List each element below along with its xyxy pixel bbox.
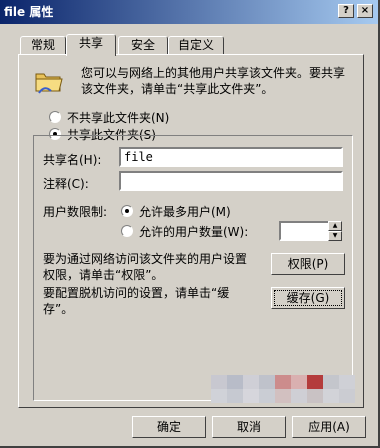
comment-input[interactable] [119,171,343,191]
tab-security[interactable]: 安全 [118,36,168,55]
help-button[interactable]: ? [338,4,354,18]
caching-description: 要配置脱机访问的设置，请单击“缓 存”。 [43,286,230,316]
close-button[interactable]: × [357,4,373,18]
permissions-button[interactable]: 权限(P) [271,253,345,275]
max-users-radio[interactable] [121,205,133,217]
share-description: 您可以与网络上的其他用户共享该文件夹。要共享 该文件夹，请单击“共享此文件夹”。 [81,66,346,96]
title-bar[interactable]: file 属性 ? × [0,0,378,24]
tab-general[interactable]: 常规 [20,36,66,55]
window-title: file 属性 [4,5,54,19]
blurred-region [211,371,363,407]
properties-window: file 属性 ? × 常规 共享 安全 自定义 您可以与网络上的其他用户共享该… [0,0,380,448]
spin-down-icon[interactable]: ▼ [328,231,342,241]
no-share-label[interactable]: 不共享此文件夹(N) [67,109,169,126]
user-limit-label: 用户数限制: [43,205,108,219]
apply-button[interactable]: 应用(A) [292,416,366,438]
sharing-panel: 您可以与网络上的其他用户共享该文件夹。要共享 该文件夹，请单击“共享此文件夹”。… [18,54,364,408]
caching-button[interactable]: 缓存(G) [271,287,345,309]
allowed-users-label[interactable]: 允许的用户数量(W): [139,223,248,240]
allowed-users-input[interactable] [279,221,331,241]
ok-button[interactable]: 确定 [132,416,206,438]
allowed-users-radio[interactable] [121,225,133,237]
cancel-button[interactable]: 取消 [212,416,286,438]
tab-customize[interactable]: 自定义 [168,36,224,55]
share-name-label: 共享名(H): [43,153,102,167]
share-name-input[interactable]: file [119,147,343,167]
tab-sharing[interactable]: 共享 [66,34,116,56]
max-users-label[interactable]: 允许最多用户(M) [139,203,231,220]
permissions-description: 要为通过网络访问该文件夹的用户设置 权限，请单击“权限”。 [43,252,248,282]
no-share-radio[interactable] [49,111,61,123]
comment-label: 注释(C): [43,177,89,191]
shared-folder-icon [35,73,63,94]
spin-up-icon[interactable]: ▲ [328,221,342,231]
